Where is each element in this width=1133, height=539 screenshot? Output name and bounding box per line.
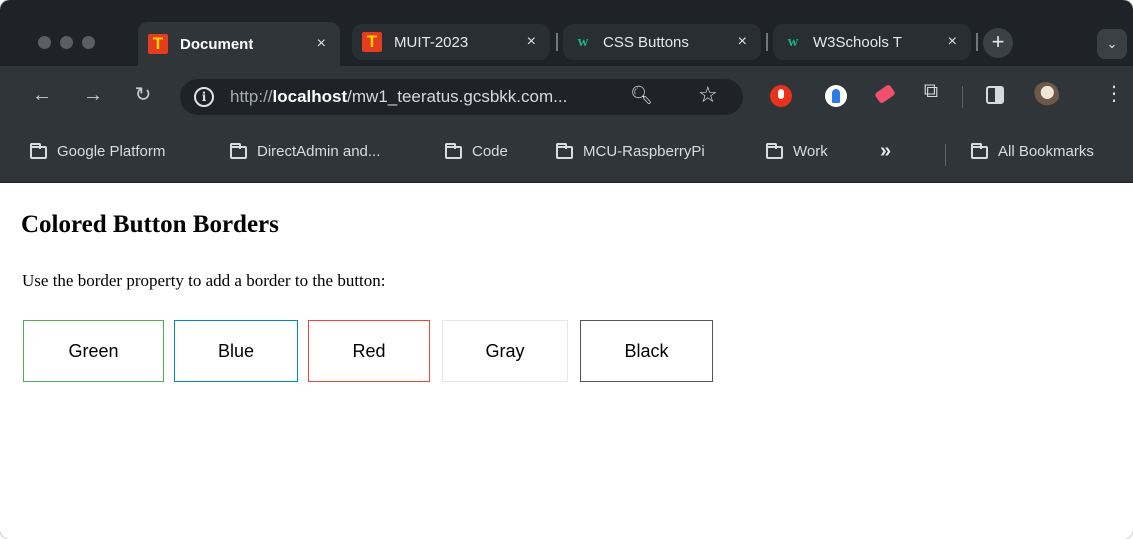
bookmarks-separator — [945, 144, 946, 166]
side-panel-icon[interactable] — [986, 86, 1004, 104]
back-arrow-icon[interactable]: ← — [27, 80, 57, 110]
all-bookmarks-button[interactable]: All Bookmarks — [971, 143, 1094, 160]
bookmarks-overflow-button[interactable]: » — [880, 140, 891, 163]
green-button[interactable]: Green — [23, 320, 164, 382]
folder-icon — [30, 143, 47, 159]
bookmark-label: MCU-RaspberryPi — [583, 143, 705, 160]
site-info-icon[interactable]: i — [194, 87, 214, 107]
profile-avatar[interactable] — [1033, 82, 1059, 108]
close-icon[interactable]: × — [317, 35, 326, 53]
folder-icon — [556, 143, 573, 159]
close-icon[interactable]: × — [738, 33, 747, 51]
bookmark-code[interactable]: Code — [445, 143, 508, 160]
page-heading: Colored Button Borders — [21, 211, 279, 238]
tab-title: W3Schools T — [813, 33, 902, 51]
window-controls — [38, 36, 95, 49]
folder-icon — [445, 143, 462, 159]
reload-icon[interactable]: ↻ — [128, 80, 158, 110]
bookmarks-bar: Google Platform DirectAdmin and... Code … — [0, 126, 1133, 183]
bookmark-label: Work — [793, 143, 828, 160]
maximize-window-button[interactable] — [82, 36, 95, 49]
url-scheme: http:// — [230, 87, 273, 106]
bookmark-google-platform[interactable]: Google Platform — [30, 143, 165, 160]
black-button[interactable]: Black — [580, 320, 713, 382]
url-path: /mw1_teeratus.gcsbkk.com... — [347, 87, 568, 106]
t-favicon-icon: T — [362, 32, 382, 52]
tab-w3schools[interactable]: w W3Schools T × — [773, 24, 971, 60]
tab-title: MUIT-2023 — [394, 33, 469, 51]
t-favicon-icon: T — [148, 34, 168, 54]
tab-search-button[interactable]: ⌄ — [1097, 29, 1127, 59]
eraser-extension-icon[interactable] — [874, 83, 896, 105]
adblock-extension-icon[interactable] — [770, 85, 792, 107]
red-button[interactable]: Red — [308, 320, 430, 382]
close-icon[interactable]: × — [948, 33, 957, 51]
tab-title: Document — [180, 35, 254, 53]
folder-icon — [971, 143, 988, 159]
tab-separator — [766, 33, 768, 51]
browser-window: T Document × T MUIT-2023 × w CSS Buttons… — [0, 0, 1133, 539]
tab-muit-2023[interactable]: T MUIT-2023 × — [352, 24, 550, 60]
address-bar[interactable]: i http://localhost/mw1_teeratus.gcsbkk.c… — [180, 79, 743, 115]
zoom-icon[interactable]: 🔍︎ — [630, 85, 653, 106]
blue-button[interactable]: Blue — [174, 320, 298, 382]
folder-icon — [766, 143, 783, 159]
forward-arrow-icon[interactable]: → — [78, 80, 108, 110]
bookmark-label: Code — [472, 143, 508, 160]
extensions-puzzle-icon[interactable]: ⧉ — [918, 80, 944, 106]
folder-icon — [230, 143, 247, 159]
bookmark-label: Google Platform — [57, 143, 166, 160]
close-window-button[interactable] — [38, 36, 51, 49]
toolbar-separator — [962, 86, 963, 108]
bookmark-work[interactable]: Work — [766, 143, 828, 160]
bookmark-label: DirectAdmin and... — [257, 143, 381, 160]
w3schools-favicon-icon: w — [787, 34, 799, 50]
w3schools-favicon-icon: w — [577, 34, 589, 50]
browser-toolbar: ← → ↻ i http://localhost/mw1_teeratus.gc… — [0, 66, 1133, 126]
minimize-window-button[interactable] — [60, 36, 73, 49]
gray-button[interactable]: Gray — [442, 320, 568, 382]
page-content: Colored Button Borders Use the border pr… — [0, 183, 1133, 539]
url-text[interactable]: http://localhost/mw1_teeratus.gcsbkk.com… — [230, 87, 625, 107]
tab-css-buttons[interactable]: w CSS Buttons × — [563, 24, 761, 60]
bookmark-star-icon[interactable]: ☆ — [698, 82, 718, 108]
tab-strip: T Document × T MUIT-2023 × w CSS Buttons… — [0, 0, 1133, 66]
bookmark-directadmin[interactable]: DirectAdmin and... — [230, 143, 380, 160]
menu-kebab-icon[interactable]: ⋮ — [1104, 81, 1124, 106]
close-icon[interactable]: × — [527, 33, 536, 51]
tab-separator — [976, 33, 978, 51]
url-host: localhost — [272, 87, 348, 106]
tab-title: CSS Buttons — [603, 33, 689, 51]
page-description: Use the border property to add a border … — [22, 271, 386, 290]
rocket-extension-icon[interactable] — [825, 85, 847, 107]
bookmark-mcu-raspberrypi[interactable]: MCU-RaspberryPi — [556, 143, 705, 160]
new-tab-button[interactable]: + — [983, 28, 1013, 58]
tab-document[interactable]: T Document × — [138, 22, 340, 66]
bookmark-label: All Bookmarks — [998, 143, 1094, 160]
tab-separator — [556, 33, 558, 51]
